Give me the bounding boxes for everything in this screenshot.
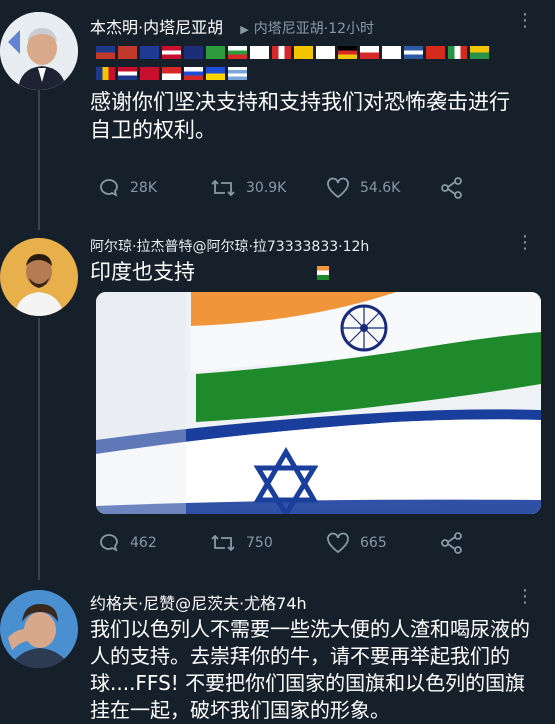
retweet-button[interactable]: 30.9K [210,177,286,199]
reply-button[interactable]: 28K [98,177,157,199]
retweet-icon [211,179,235,197]
like-button[interactable]: 54.6K [326,177,400,199]
share-button[interactable] [440,177,464,199]
avatar[interactable] [0,238,78,316]
flag-emoji-row-1 [96,42,492,59]
tweet-header: 阿尔琼·拉杰普特@阿尔琼·拉73333833·12h [90,236,369,256]
tweet-actions: 28K 30.9K 54.6K [98,177,498,203]
share-icon [441,177,462,199]
india-flag-emoji [316,266,329,280]
tweet-text: 感谢你们坚决支持和支持我们对恐怖袭击进行自卫的权利。 [90,90,510,142]
like-count: 54.6K [360,180,401,196]
tweet-text-content: 印度也支持 [90,260,195,284]
avatar-image [0,238,78,316]
avatar-image [0,12,78,90]
avatar-image [0,590,78,668]
thread-line-2 [38,318,40,580]
retweet-icon [211,534,235,552]
retweet-button[interactable]: 750 [210,532,273,554]
like-count: 665 [360,535,387,551]
india-israel-flags-image [96,292,541,514]
avatar[interactable] [0,12,78,90]
display-name-handle-time[interactable]: 阿尔琼·拉杰普特@阿尔琼·拉73333833·12h [90,239,369,255]
handle-time[interactable]: 内塔尼亚胡·12小时 [254,21,374,37]
display-name-handle-time[interactable]: 约格夫·尼赞@尼茨夫·尤格74h [90,594,307,613]
reply-count: 28K [130,180,157,196]
share-icon [441,532,462,554]
reply-button[interactable]: 462 [98,532,157,554]
heart-icon [327,177,349,199]
display-name[interactable]: 本杰明·内塔尼亚胡 [90,18,223,37]
more-options-icon[interactable]: ⋮ [516,232,535,253]
reply-icon [100,534,118,552]
retweet-count: 30.9K [246,180,287,196]
tweet-text: 印度也支持 [90,258,332,286]
tweet-actions: 462 750 665 [98,532,498,558]
tweet-header: 约格夫·尼赞@尼茨夫·尤格74h [90,590,307,614]
reply-count: 462 [130,535,157,551]
flag-emoji-row-2 [96,63,250,80]
avatar[interactable] [0,590,78,668]
thread-line-1 [38,90,40,230]
heart-icon [327,532,349,554]
reply-icon [100,179,118,197]
share-button[interactable] [440,532,464,554]
more-options-icon[interactable]: ⋮ [516,586,535,607]
like-button[interactable]: 665 [326,532,387,554]
tweet-header: 本杰明·内塔尼亚胡 ▶ 内塔尼亚胡·12小时 [90,14,374,38]
more-options-icon[interactable]: ⋮ [516,10,535,31]
retweet-count: 750 [246,535,273,551]
play-icon: ▶ [240,23,249,36]
tweet-text: 我们以色列人不需要一些洗大便的人渣和喝尿液的人的支持。去崇拜你的牛，请不要再举起… [90,617,530,722]
tweet-image-flags[interactable] [96,292,541,514]
